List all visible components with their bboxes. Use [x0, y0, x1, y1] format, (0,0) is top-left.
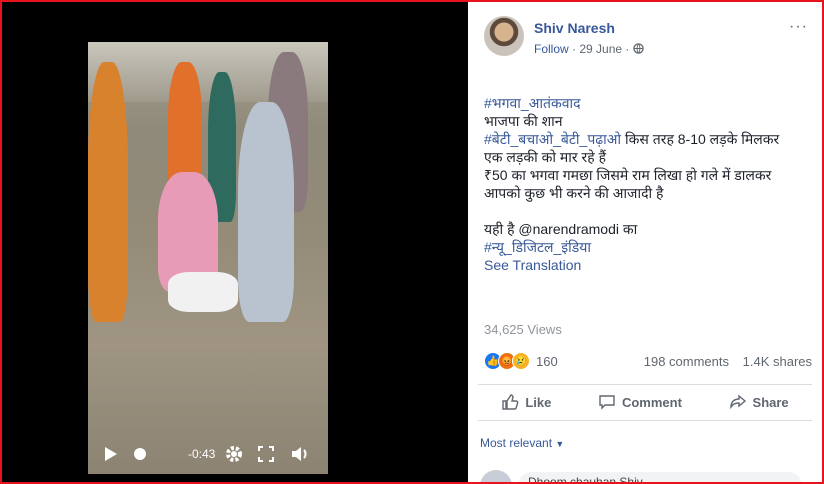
comment-bubble: Dhoom chauhan Shiv ... [518, 472, 802, 482]
more-options-icon[interactable]: ··· [789, 18, 808, 36]
progress-scrubber-icon[interactable] [132, 447, 148, 461]
like-label: Like [525, 394, 552, 410]
post-line: भाजपा की शान [484, 113, 563, 129]
author-name[interactable]: Shiv Naresh [534, 20, 615, 36]
commenter-avatar[interactable] [480, 470, 512, 482]
comments-count[interactable]: 198 comments [644, 354, 729, 369]
see-translation-link[interactable]: See Translation [484, 256, 814, 274]
post-line: ₹50 का भगवा गमछा जिसमे राम लिखा हो गले म… [484, 167, 772, 183]
like-button[interactable]: Like [501, 393, 551, 411]
author-avatar[interactable] [484, 16, 524, 56]
video-controls: -0:43 [88, 434, 328, 474]
follow-button[interactable]: Follow [534, 42, 569, 56]
video-figure [238, 102, 294, 322]
thumbs-up-icon [502, 394, 519, 410]
share-arrow-icon [729, 394, 746, 410]
settings-gear-icon[interactable] [224, 444, 244, 464]
comment-bubble-icon [599, 395, 615, 410]
post-meta: Follow · 29 June · [534, 42, 644, 56]
video-figure [88, 62, 128, 322]
post-line: आपको कुछ भी करने की आजादी है [484, 185, 664, 201]
time-remaining: -0:43 [188, 447, 216, 461]
post-line: एक लड़की को मार रहे हैं [484, 149, 606, 165]
reaction-summary[interactable]: 👍 😡 😢 160 [484, 352, 558, 370]
fullscreen-icon[interactable] [258, 446, 274, 462]
comment-item: Dhoom chauhan Shiv ... [480, 470, 810, 482]
comment-sort-dropdown[interactable]: Most relevant ▼ [480, 436, 564, 450]
caret-down-icon: ▼ [555, 439, 565, 449]
shares-count[interactable]: 1.4K shares [743, 354, 812, 369]
view-count: 34,625 Views [484, 322, 562, 337]
hashtag-link[interactable]: #बेटी_बचाओ_बेटी_पढ़ाओ [484, 131, 621, 147]
sad-reaction-icon: 😢 [512, 352, 530, 370]
video-figure [168, 272, 238, 312]
post-sidebar: Shiv Naresh Follow · 29 June · ··· #भगवा… [468, 2, 822, 482]
meta-separator: · [625, 42, 630, 56]
post-line: #बेटी_बचाओ_बेटी_पढ़ाओ किस तरह 8-10 लड़के… [484, 130, 814, 148]
volume-icon[interactable] [290, 444, 310, 464]
play-icon[interactable] [104, 446, 118, 462]
globe-icon [633, 43, 644, 54]
actions-divider [478, 420, 812, 421]
hashtag-link[interactable]: #न्यू_डिजिटल_इंडिया [484, 238, 814, 256]
share-button[interactable]: Share [729, 393, 789, 411]
reaction-count: 160 [536, 353, 558, 369]
action-bar: Like Comment Share [478, 384, 812, 419]
video-pane: -0:43 [2, 2, 468, 482]
post-line-text: किस तरह 8-10 लड़के मिलकर [621, 131, 780, 147]
post-text: #भगवा_आतंकवाद भाजपा की शान #बेटी_बचाओ_बे… [484, 94, 814, 274]
comment-button[interactable]: Comment [598, 393, 682, 411]
meta-separator: · [572, 42, 577, 56]
hashtag-link[interactable]: #भगवा_आतंकवाद [484, 94, 814, 112]
post-date[interactable]: 29 June [579, 42, 622, 56]
comment-sort-label: Most relevant [480, 436, 553, 450]
comment-label: Comment [621, 394, 682, 410]
screenshot-frame: -0:43 Shiv Naresh Follow · 29 June · ···… [0, 0, 824, 484]
share-label: Share [752, 394, 789, 410]
post-line: यही है @narendramodi का [484, 221, 638, 237]
video-player[interactable]: -0:43 [88, 42, 328, 474]
engagement-stats: 198 comments 1.4K shares [634, 354, 812, 369]
